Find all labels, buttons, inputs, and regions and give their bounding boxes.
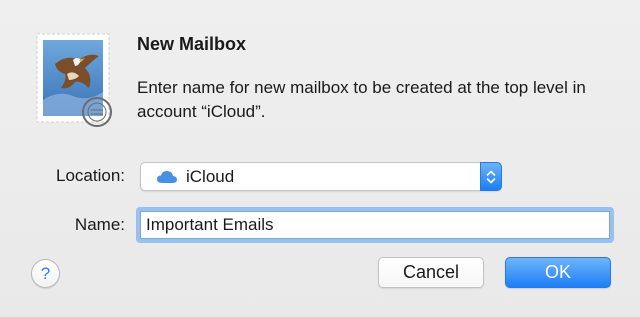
new-mailbox-dialog: New Mailbox Enter name for new mailbox t… xyxy=(0,0,640,317)
help-button[interactable]: ? xyxy=(31,259,60,288)
location-popup[interactable]: iCloud xyxy=(140,162,502,191)
location-label: Location: xyxy=(56,166,125,185)
chevron-up-down-icon xyxy=(486,170,496,184)
name-label: Name: xyxy=(74,215,125,234)
name-field-focus-ring xyxy=(136,207,614,243)
location-value: iCloud xyxy=(186,167,235,186)
cloud-icon xyxy=(157,171,177,183)
dialog-message: Enter name for new mailbox to be created… xyxy=(137,78,586,121)
ok-button[interactable]: OK xyxy=(505,257,611,288)
cancel-button[interactable]: Cancel xyxy=(378,257,484,288)
dialog-title: New Mailbox xyxy=(137,34,247,54)
name-input[interactable] xyxy=(140,211,610,239)
mail-app-icon xyxy=(36,33,112,127)
popup-stepper-arrows[interactable] xyxy=(480,162,502,191)
